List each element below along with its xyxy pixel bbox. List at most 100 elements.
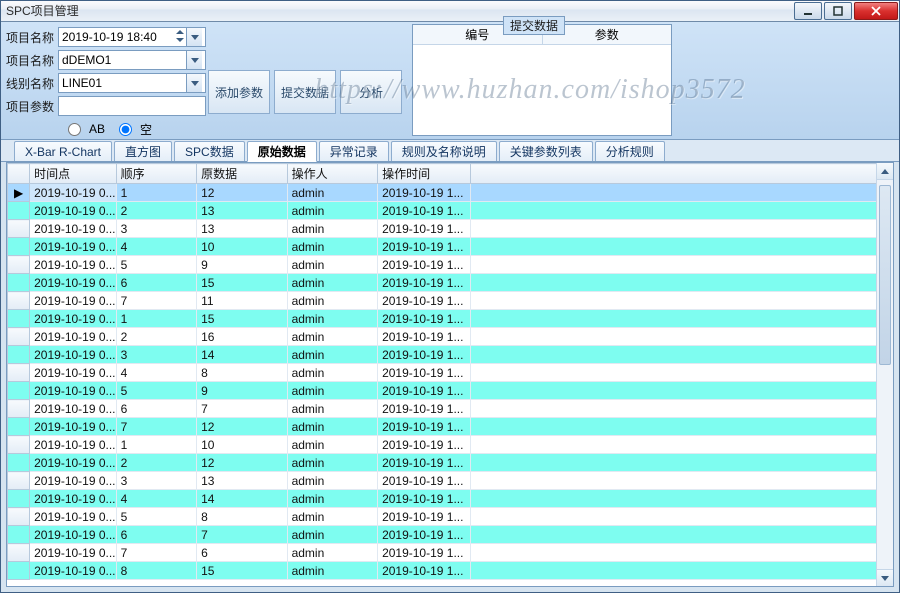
cell[interactable]: 2 [116, 328, 196, 346]
cell[interactable]: 15 [197, 274, 288, 292]
cell[interactable]: 2019-10-19 1... [378, 490, 471, 508]
cell[interactable]: 10 [197, 238, 288, 256]
cell[interactable]: 2019-10-19 1... [378, 328, 471, 346]
col-header-4[interactable]: 操作时间 [378, 164, 471, 184]
cell[interactable]: admin [287, 400, 378, 418]
cell[interactable]: admin [287, 544, 378, 562]
cell[interactable]: 2019-10-19 0... [30, 490, 116, 508]
cell[interactable]: 2019-10-19 0... [30, 382, 116, 400]
cell[interactable]: 3 [116, 220, 196, 238]
cell[interactable]: admin [287, 436, 378, 454]
tab-2[interactable]: SPC数据 [174, 141, 245, 161]
scroll-down-icon[interactable] [877, 569, 893, 586]
cell[interactable]: 2019-10-19 1... [378, 508, 471, 526]
submit-data-button[interactable]: 提交数据 [274, 70, 336, 114]
radio-empty[interactable] [119, 123, 132, 136]
cell[interactable]: 5 [116, 382, 196, 400]
table-row[interactable]: ▶2019-10-19 0...112admin2019-10-19 1... [8, 184, 893, 202]
table-row[interactable]: 2019-10-19 0...213admin2019-10-19 1... [8, 202, 893, 220]
table-row[interactable]: 2019-10-19 0...67admin2019-10-19 1... [8, 400, 893, 418]
cell[interactable]: 12 [197, 454, 288, 472]
tab-3[interactable]: 原始数据 [247, 141, 317, 162]
table-row[interactable]: 2019-10-19 0...76admin2019-10-19 1... [8, 544, 893, 562]
datetime-dropdown-icon[interactable] [186, 28, 202, 46]
cell[interactable]: 2019-10-19 0... [30, 436, 116, 454]
cell[interactable]: 2019-10-19 1... [378, 220, 471, 238]
cell[interactable]: 2019-10-19 0... [30, 220, 116, 238]
cell[interactable]: 6 [116, 274, 196, 292]
table-row[interactable]: 2019-10-19 0...110admin2019-10-19 1... [8, 436, 893, 454]
cell[interactable]: 2019-10-19 1... [378, 292, 471, 310]
cell[interactable]: 16 [197, 328, 288, 346]
cell[interactable]: 13 [197, 220, 288, 238]
cell[interactable]: 2 [116, 454, 196, 472]
cell[interactable]: admin [287, 490, 378, 508]
cell[interactable]: 13 [197, 472, 288, 490]
minimize-button[interactable] [794, 2, 822, 20]
cell[interactable]: 2019-10-19 0... [30, 310, 116, 328]
analyze-button[interactable]: 分析 [340, 70, 402, 114]
cell[interactable]: 13 [197, 202, 288, 220]
table-row[interactable]: 2019-10-19 0...115admin2019-10-19 1... [8, 310, 893, 328]
cell[interactable]: 10 [197, 436, 288, 454]
cell[interactable]: 1 [116, 184, 196, 202]
cell[interactable]: 2019-10-19 0... [30, 328, 116, 346]
cell[interactable]: 2019-10-19 0... [30, 562, 116, 580]
cell[interactable]: admin [287, 274, 378, 292]
cell[interactable]: 2019-10-19 0... [30, 544, 116, 562]
line-dropdown-icon[interactable] [186, 74, 202, 92]
cell[interactable]: 5 [116, 256, 196, 274]
cell[interactable]: 3 [116, 472, 196, 490]
cell[interactable]: 2019-10-19 0... [30, 418, 116, 436]
scroll-up-icon[interactable] [877, 163, 893, 180]
col-header-3[interactable]: 操作人 [287, 164, 378, 184]
cell[interactable]: 2019-10-19 1... [378, 436, 471, 454]
cell[interactable]: admin [287, 184, 378, 202]
project-field[interactable]: dDEMO1 [58, 50, 206, 70]
cell[interactable]: admin [287, 418, 378, 436]
cell[interactable]: admin [287, 526, 378, 544]
cell[interactable]: 2019-10-19 1... [378, 274, 471, 292]
cell[interactable]: 4 [116, 490, 196, 508]
cell[interactable]: admin [287, 256, 378, 274]
cell[interactable]: 2019-10-19 1... [378, 562, 471, 580]
cell[interactable]: 15 [197, 562, 288, 580]
cell[interactable]: 2019-10-19 1... [378, 256, 471, 274]
cell[interactable]: admin [287, 220, 378, 238]
table-row[interactable]: 2019-10-19 0...212admin2019-10-19 1... [8, 454, 893, 472]
cell[interactable]: 2019-10-19 1... [378, 238, 471, 256]
cell[interactable]: 14 [197, 490, 288, 508]
cell[interactable]: admin [287, 238, 378, 256]
cell[interactable]: 12 [197, 184, 288, 202]
cell[interactable]: 2019-10-19 0... [30, 184, 116, 202]
tab-5[interactable]: 规则及名称说明 [391, 141, 497, 161]
cell[interactable]: 6 [116, 526, 196, 544]
cell[interactable]: 1 [116, 436, 196, 454]
cell[interactable]: admin [287, 310, 378, 328]
tab-4[interactable]: 异常记录 [319, 141, 389, 161]
cell[interactable]: 7 [116, 544, 196, 562]
cell[interactable]: admin [287, 364, 378, 382]
cell[interactable]: 15 [197, 310, 288, 328]
cell[interactable]: 2019-10-19 1... [378, 184, 471, 202]
cell[interactable]: 2019-10-19 0... [30, 526, 116, 544]
cell[interactable]: 8 [116, 562, 196, 580]
project-dropdown-icon[interactable] [186, 51, 202, 69]
table-row[interactable]: 2019-10-19 0...410admin2019-10-19 1... [8, 238, 893, 256]
tab-0[interactable]: X-Bar R-Chart [14, 141, 112, 161]
table-row[interactable]: 2019-10-19 0...615admin2019-10-19 1... [8, 274, 893, 292]
cell[interactable]: admin [287, 382, 378, 400]
cell[interactable]: 2019-10-19 0... [30, 256, 116, 274]
cell[interactable]: 2019-10-19 1... [378, 544, 471, 562]
cell[interactable]: 11 [197, 292, 288, 310]
cell[interactable]: 4 [116, 364, 196, 382]
scroll-thumb[interactable] [879, 185, 891, 365]
cell[interactable]: 3 [116, 346, 196, 364]
cell[interactable]: 2019-10-19 1... [378, 400, 471, 418]
cell[interactable]: admin [287, 454, 378, 472]
add-param-button[interactable]: 添加参数 [208, 70, 270, 114]
cell[interactable]: 9 [197, 256, 288, 274]
cell[interactable]: 7 [197, 400, 288, 418]
cell[interactable]: 2 [116, 202, 196, 220]
cell[interactable]: 7 [116, 418, 196, 436]
